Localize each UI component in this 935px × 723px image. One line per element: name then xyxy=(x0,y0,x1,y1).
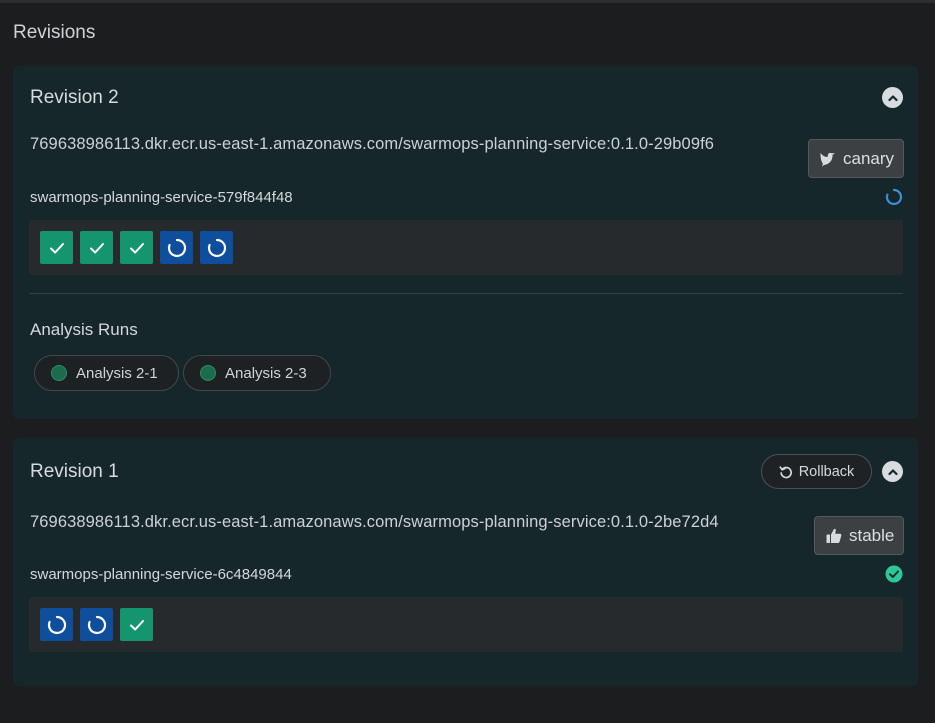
revision-title: Revision 2 xyxy=(30,87,119,108)
collapse-button[interactable] xyxy=(882,87,903,108)
analysis-status-dot xyxy=(51,365,67,381)
undo-icon xyxy=(779,465,792,478)
collapse-button[interactable] xyxy=(882,461,903,482)
chevron-up-icon xyxy=(887,94,898,101)
spinner-icon xyxy=(167,238,186,257)
tag-label: canary xyxy=(843,148,895,168)
healthy-status-icon xyxy=(885,565,903,583)
revision-card-1: Revision 1 Rollback 769638986113.dkr.ecr… xyxy=(13,438,918,686)
stable-tag[interactable]: stable xyxy=(814,516,905,555)
pod-healthy[interactable] xyxy=(120,231,153,264)
check-icon xyxy=(49,242,64,253)
pod-pending[interactable] xyxy=(160,231,193,264)
pods-bar xyxy=(29,597,903,652)
top-border xyxy=(0,0,935,3)
image-name: 769638986113.dkr.ecr.us-east-1.amazonaws… xyxy=(30,513,719,531)
canary-tag[interactable]: canary xyxy=(808,139,905,178)
check-icon xyxy=(129,619,144,630)
thumbs-up-icon xyxy=(826,528,842,543)
pod-healthy[interactable] xyxy=(40,231,73,264)
revision-title: Revision 1 xyxy=(30,461,119,482)
spinner-icon xyxy=(87,615,106,634)
replicaset-name: swarmops-planning-service-579f844f48 xyxy=(30,189,293,206)
pods-bar xyxy=(29,220,903,275)
replicaset-name: swarmops-planning-service-6c4849844 xyxy=(30,566,292,583)
rollback-button[interactable]: Rollback xyxy=(761,454,872,489)
analysis-status-dot xyxy=(200,365,216,381)
pod-healthy[interactable] xyxy=(80,231,113,264)
image-name: 769638986113.dkr.ecr.us-east-1.amazonaws… xyxy=(30,135,715,153)
revision-card-2: Revision 2 769638986113.dkr.ecr.us-east-… xyxy=(13,66,918,419)
chevron-up-icon xyxy=(887,468,898,475)
section-title: Revisions xyxy=(13,22,96,43)
check-icon xyxy=(89,242,104,253)
pod-pending[interactable] xyxy=(200,231,233,264)
spinner-icon xyxy=(207,238,226,257)
progressing-status-icon xyxy=(885,188,903,206)
divider xyxy=(29,293,903,294)
pod-pending[interactable] xyxy=(40,608,73,641)
analysis-runs-title: Analysis Runs xyxy=(30,320,138,339)
analysis-run-label: Analysis 2-3 xyxy=(225,364,307,382)
analysis-run-chip[interactable]: Analysis 2-1 xyxy=(34,355,179,391)
analysis-run-label: Analysis 2-1 xyxy=(76,364,158,382)
check-icon xyxy=(129,242,144,253)
analysis-run-chip[interactable]: Analysis 2-3 xyxy=(183,355,331,391)
spinner-icon xyxy=(47,615,66,634)
pod-healthy[interactable] xyxy=(120,608,153,641)
pod-pending[interactable] xyxy=(80,608,113,641)
rollback-label: Rollback xyxy=(798,463,855,480)
bird-icon xyxy=(820,152,835,166)
tag-label: stable xyxy=(849,525,895,545)
